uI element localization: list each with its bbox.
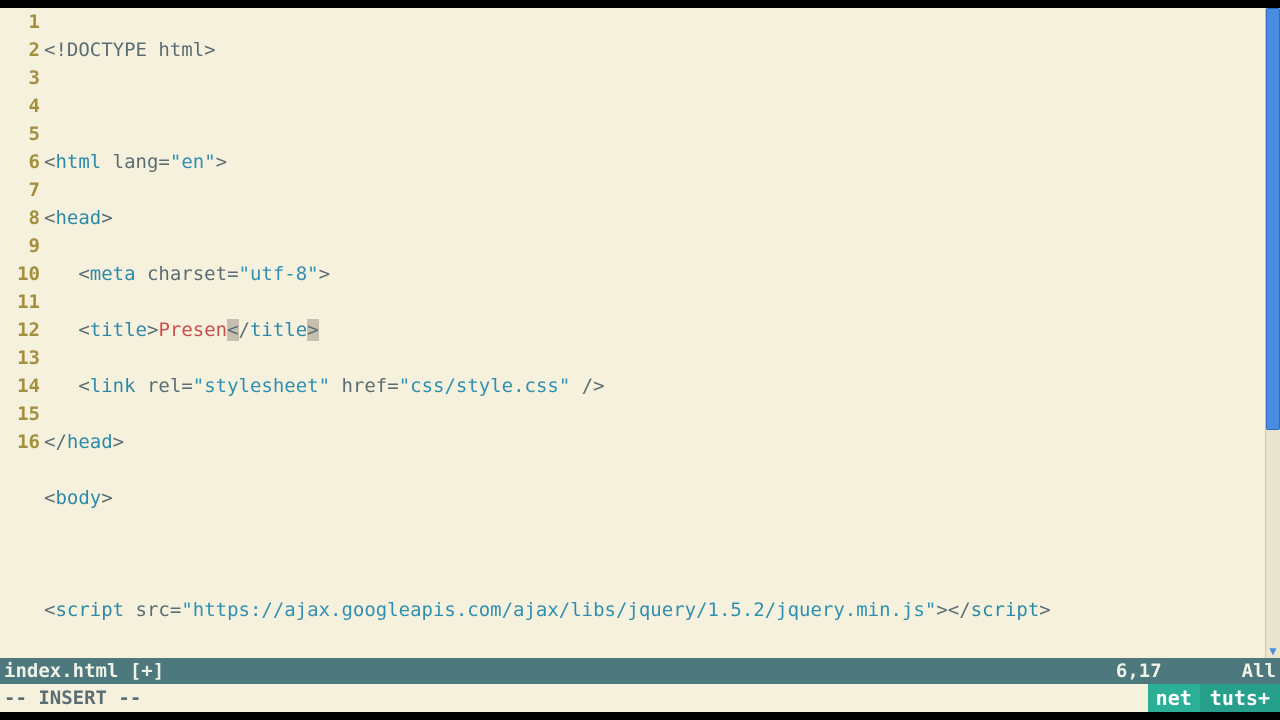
- status-filename: index.html [+]: [4, 660, 164, 682]
- bracket-match: >: [307, 319, 318, 341]
- line-number: 10: [0, 260, 40, 288]
- code-line[interactable]: <head>: [44, 204, 1265, 232]
- line-number: 1: [0, 8, 40, 36]
- status-scroll-percent: All: [1242, 660, 1276, 682]
- line-number: 14: [0, 372, 40, 400]
- line-number: 5: [0, 120, 40, 148]
- code-line[interactable]: <!DOCTYPE html>: [44, 36, 1265, 64]
- watermark-net: net: [1148, 684, 1200, 712]
- line-number: 6: [0, 148, 40, 176]
- code-area[interactable]: 1 2 3 4 5 6 7 8 9 10 11 12 13 14 15 16 <…: [0, 8, 1280, 658]
- code-line[interactable]: <title>Presen</title>: [44, 316, 1265, 344]
- code-text[interactable]: <!DOCTYPE html> <html lang="en"> <head> …: [44, 8, 1265, 658]
- line-number: 11: [0, 288, 40, 316]
- code-line[interactable]: <body>: [44, 484, 1265, 512]
- line-number-gutter: 1 2 3 4 5 6 7 8 9 10 11 12 13 14 15 16: [0, 8, 44, 658]
- code-line[interactable]: [44, 92, 1265, 120]
- line-number: 3: [0, 64, 40, 92]
- line-number: 13: [0, 344, 40, 372]
- line-number: 12: [0, 316, 40, 344]
- line-number: 16: [0, 428, 40, 456]
- vim-mode-indicator: -- INSERT --: [4, 687, 141, 709]
- mode-line: -- INSERT -- net tuts+: [0, 684, 1280, 712]
- letterbox-bottom: [0, 712, 1280, 720]
- line-number: 7: [0, 176, 40, 204]
- code-line[interactable]: </head>: [44, 428, 1265, 456]
- line-number: 2: [0, 36, 40, 64]
- line-number: 15: [0, 400, 40, 428]
- line-number: 8: [0, 204, 40, 232]
- code-line[interactable]: <script src="https://ajax.googleapis.com…: [44, 596, 1265, 624]
- nettuts-watermark: net tuts+: [1148, 684, 1280, 712]
- code-line[interactable]: <html lang="en">: [44, 148, 1265, 176]
- scrollbar-down-arrow-icon[interactable]: ▼: [1266, 644, 1280, 658]
- line-number: 4: [0, 92, 40, 120]
- line-number: 9: [0, 232, 40, 260]
- text-cursor: <: [227, 319, 238, 341]
- code-line[interactable]: <link rel="stylesheet" href="css/style.c…: [44, 372, 1265, 400]
- status-bar: index.html [+] 6,17 All: [0, 658, 1280, 684]
- vim-editor: 1 2 3 4 5 6 7 8 9 10 11 12 13 14 15 16 <…: [0, 8, 1280, 712]
- code-line[interactable]: <script>: [44, 652, 1265, 658]
- watermark-tuts: tuts+: [1200, 684, 1280, 712]
- letterbox-top: [0, 0, 1280, 8]
- status-cursor-position: 6,17: [1116, 660, 1162, 682]
- scrollbar-thumb[interactable]: [1266, 8, 1280, 430]
- code-line[interactable]: <meta charset="utf-8">: [44, 260, 1265, 288]
- code-line[interactable]: [44, 540, 1265, 568]
- vertical-scrollbar[interactable]: ▼: [1265, 8, 1280, 658]
